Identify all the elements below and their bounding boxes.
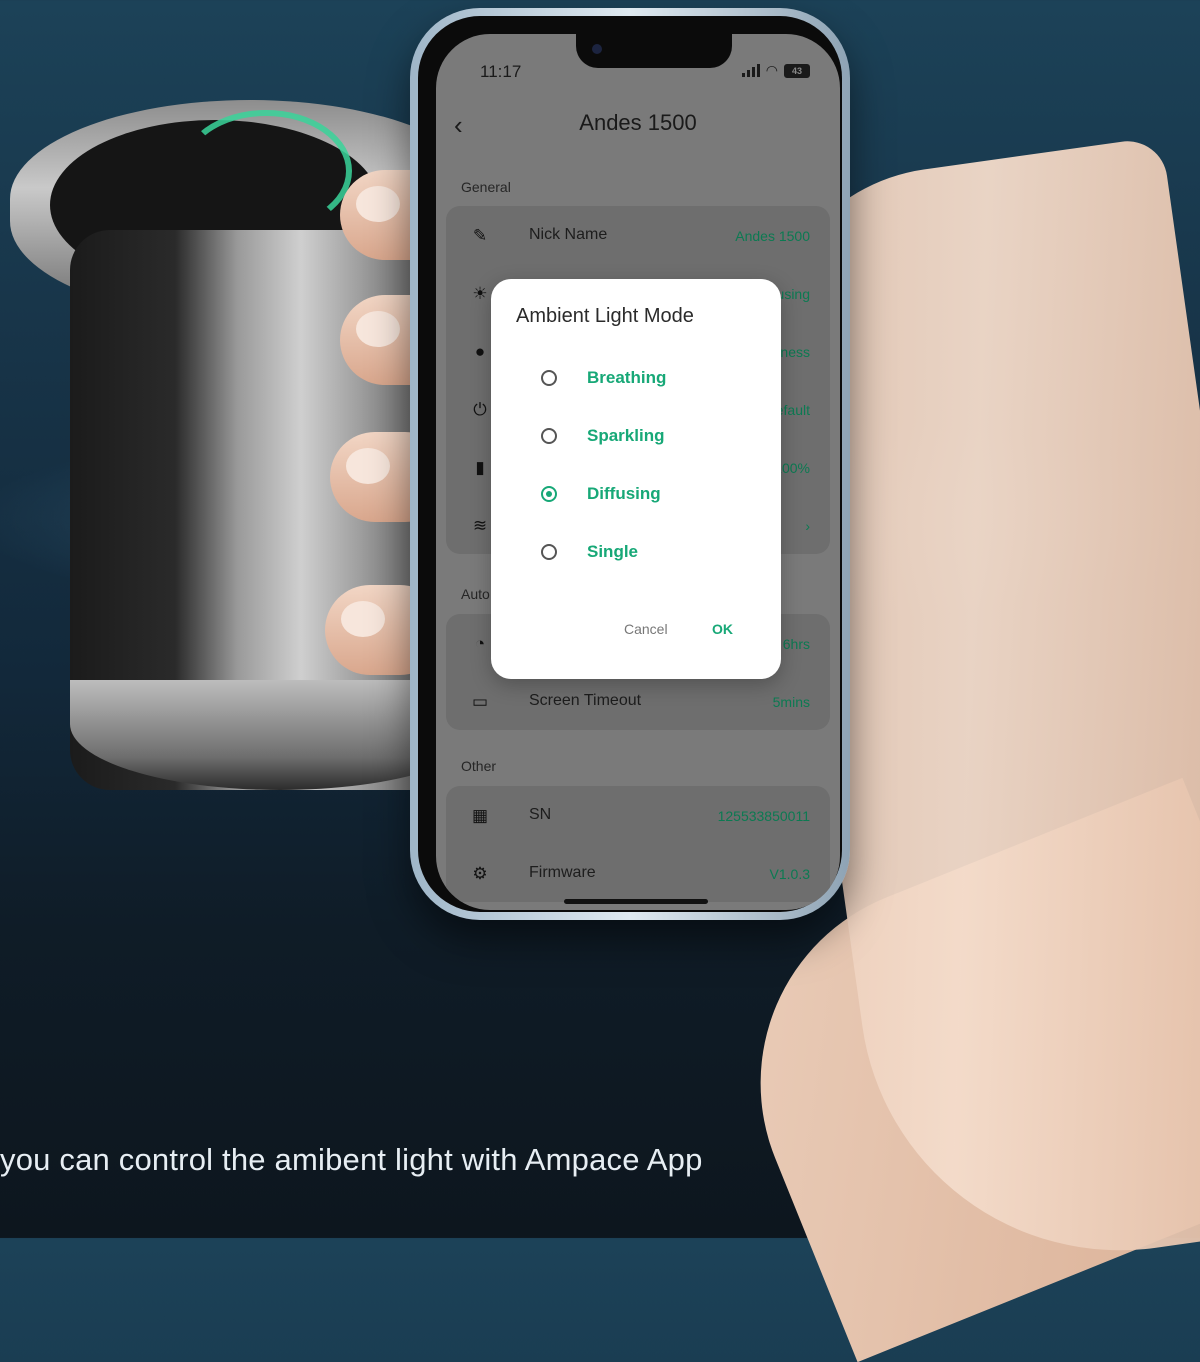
radio-button[interactable] [541,370,557,386]
settings-row[interactable]: ▦ SN 125533850011 [446,786,830,844]
phone-screen: 11:17 ◠ 43 ‹ Andes 1500 General ✎ Nick Na… [436,34,840,910]
option-label: Sparkling [587,426,665,445]
radio-button[interactable] [541,428,557,444]
option-single[interactable]: Single [541,537,638,567]
row-value: 5mins [772,694,810,710]
camera-icon [592,44,602,54]
home-indicator [564,899,708,904]
row-value: › [805,518,810,534]
settings-row[interactable]: ▭ Screen Timeout 5mins [446,672,830,730]
radio-button-selected[interactable] [541,486,557,502]
battery-icon: ▮ [475,458,485,477]
row-value: Andes 1500 [735,228,810,244]
notch [576,34,732,68]
other-card: ▦ SN 125533850011 ⚙ Firmware V1.0.3 [446,786,830,902]
status-time: 11:17 [480,62,522,81]
sunrise-icon: ☀ [472,284,488,303]
option-label: Diffusing [587,484,661,503]
pen-icon: ✎ [472,226,488,245]
option-label: Single [587,542,639,561]
option-diffusing[interactable]: Diffusing [541,479,661,509]
option-breathing[interactable]: Breathing [541,363,666,393]
phone: 11:17 ◠ 43 ‹ Andes 1500 General ✎ Nick Na… [410,8,850,920]
nav-bar: ‹ Andes 1500 [436,104,840,144]
cellular-signal-icon [741,64,760,77]
bulb-icon: ● [474,342,486,361]
ok-button[interactable]: OK [712,621,733,637]
section-other-heading: Other [461,758,497,774]
product-light-ring [180,110,352,232]
row-label: Nick Name [529,226,608,243]
row-label: Screen Timeout [529,692,642,709]
row-label: SN [529,806,552,823]
battery-icon: 43 [784,63,810,78]
row-label: Firmware [529,864,596,881]
settings-row[interactable]: ⚙ Firmware V1.0.3 [446,844,830,902]
timer-icon: ◔ [474,634,486,653]
screen-icon: ▭ [471,692,489,711]
radio-button[interactable] [541,544,557,560]
cancel-button[interactable]: Cancel [624,621,668,637]
phone-bezel: 11:17 ◠ 43 ‹ Andes 1500 General ✎ Nick Na… [418,16,842,912]
section-auto-heading: Auto [461,586,490,602]
settings-row[interactable]: ✎ Nick Name Andes 1500 [446,206,830,264]
dialog-title: Ambient Light Mode [516,305,694,327]
page-title: Andes 1500 [579,110,697,135]
row-value: 125533850011 [717,808,810,824]
caption-text: you can control the amibent light with A… [0,1142,703,1177]
row-value: 6hrs [782,636,810,652]
wifi-status-icon: ◠ [765,62,778,78]
ambient-light-mode-dialog: Ambient Light Mode Breathing Sparkling D… [491,279,781,679]
plug-icon: ⏻ [473,400,487,419]
chip-icon: ⚙ [472,864,488,883]
qr-code-icon: ▦ [471,806,489,825]
wifi-icon: ≋ [472,516,488,535]
section-general-heading: General [461,179,511,195]
row-value: V1.0.3 [769,866,810,882]
option-label: Breathing [587,368,667,387]
option-sparkling[interactable]: Sparkling [541,421,664,451]
